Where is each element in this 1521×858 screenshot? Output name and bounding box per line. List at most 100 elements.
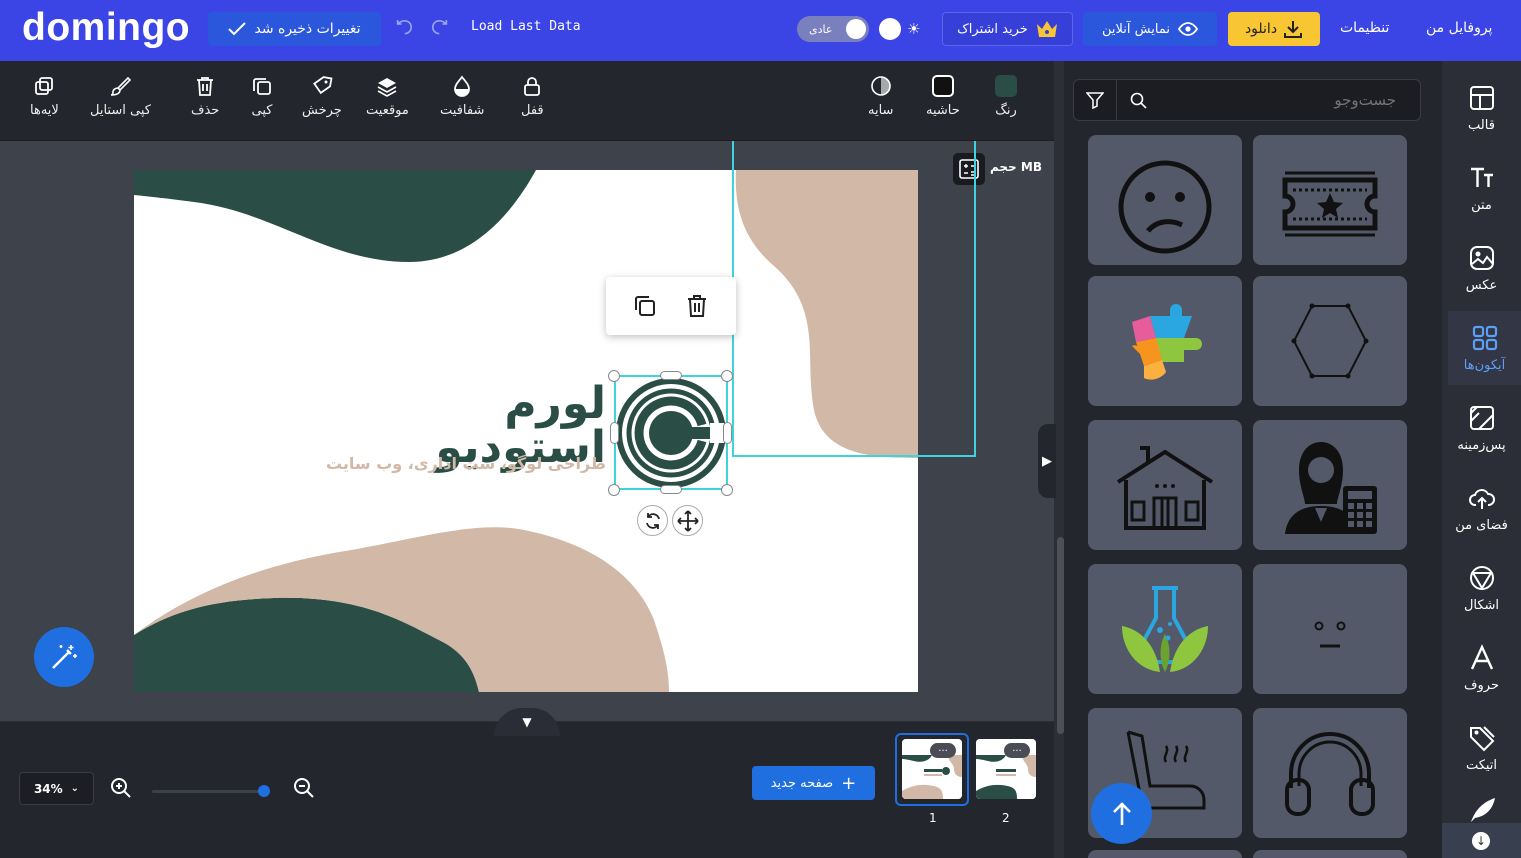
sidebar-item-templates[interactable]: قالب bbox=[1442, 71, 1521, 145]
sidebar-item-label: حروف bbox=[1464, 677, 1499, 693]
undo-icon[interactable] bbox=[392, 16, 416, 40]
zoom-slider[interactable] bbox=[152, 790, 264, 793]
layers-tool[interactable]: لایه‌ها bbox=[30, 75, 59, 118]
settings-link[interactable]: تنظیمات bbox=[1340, 20, 1389, 36]
sidebar-item-shapes[interactable]: اشکال bbox=[1442, 551, 1521, 625]
neutral-face-icon bbox=[1314, 621, 1346, 648]
resize-handle-bottom[interactable] bbox=[660, 485, 682, 494]
sidebar-item-label: پس‌زمینه bbox=[1457, 437, 1506, 453]
icon-card-puzzle[interactable] bbox=[1088, 276, 1242, 406]
redo-icon[interactable] bbox=[428, 16, 452, 40]
copy-style-tool[interactable]: کپی استایل bbox=[90, 75, 151, 118]
arrow-down-icon: ↓ bbox=[1472, 832, 1490, 850]
download-button[interactable]: دانلود bbox=[1228, 12, 1320, 46]
tag-icon bbox=[1469, 725, 1495, 751]
page-menu-icon[interactable]: ... bbox=[930, 743, 956, 758]
template-icon bbox=[1469, 85, 1494, 110]
tool-label: سایه bbox=[868, 103, 894, 118]
trash-icon[interactable] bbox=[684, 293, 710, 319]
copy-tool[interactable]: کپی bbox=[251, 75, 273, 118]
resize-handle-left[interactable] bbox=[610, 422, 619, 444]
icon-card-ticket[interactable] bbox=[1253, 135, 1407, 265]
magic-wand-button[interactable] bbox=[34, 627, 94, 687]
opacity-tool[interactable]: شفافیت bbox=[440, 75, 484, 118]
zoom-in-icon[interactable] bbox=[109, 776, 133, 800]
collapse-panel-button[interactable]: ▶ bbox=[1038, 424, 1056, 498]
position-tool[interactable]: موقعیت bbox=[366, 75, 409, 118]
shadow-tool[interactable]: سایه bbox=[868, 75, 893, 118]
color-tool[interactable]: رنگ bbox=[995, 75, 1017, 118]
top-bar: domingo تغییرات ذخیره شد Load Last Data … bbox=[0, 0, 1521, 61]
subscribe-label: خرید اشتراک bbox=[957, 21, 1028, 37]
rotate-handle[interactable] bbox=[637, 505, 668, 536]
sidebar-item-label: عکس bbox=[1465, 277, 1498, 293]
theme-toggle[interactable]: ☀ bbox=[879, 17, 929, 41]
plus-icon: + bbox=[841, 772, 857, 794]
zoom-select[interactable]: 34% ⌄ bbox=[19, 772, 94, 805]
subscribe-button[interactable]: خرید اشتراک bbox=[942, 12, 1073, 46]
delete-tool[interactable]: حذف bbox=[191, 75, 219, 118]
page-thumbnail-1[interactable]: ... bbox=[902, 739, 962, 799]
eye-icon bbox=[1177, 22, 1198, 36]
icon-card-sad-face[interactable] bbox=[1088, 135, 1242, 265]
icon-card-partial[interactable] bbox=[1088, 850, 1242, 858]
search-icon[interactable] bbox=[1130, 92, 1147, 109]
page-thumbnail-2[interactable]: ... bbox=[976, 739, 1036, 799]
icon-card-neutral-face[interactable] bbox=[1253, 564, 1407, 694]
grid-icon bbox=[1472, 325, 1497, 350]
icon-card-hexagon[interactable] bbox=[1253, 276, 1407, 406]
lock-tool[interactable]: قفل bbox=[521, 75, 544, 118]
icon-card-headphones[interactable] bbox=[1253, 708, 1407, 838]
resize-handle-right[interactable] bbox=[723, 422, 732, 444]
mode-label: عادی bbox=[809, 22, 833, 36]
resize-handle-tl[interactable] bbox=[608, 370, 620, 382]
filter-icon[interactable] bbox=[1086, 91, 1104, 109]
sidebar-item-fonts[interactable]: حروف bbox=[1442, 631, 1521, 705]
zoom-out-icon[interactable] bbox=[292, 776, 316, 800]
arrow-up-icon bbox=[1112, 801, 1131, 825]
tool-label: حذف bbox=[191, 103, 220, 118]
sidebar-more[interactable]: ↓ bbox=[1442, 823, 1521, 858]
sidebar-item-labels[interactable]: اتیکت bbox=[1442, 711, 1521, 785]
sun-icon: ☀ bbox=[907, 20, 921, 38]
icon-card-lab-flask[interactable] bbox=[1088, 564, 1242, 694]
zoom-slider-knob[interactable] bbox=[258, 785, 270, 797]
app-logo[interactable]: domingo bbox=[22, 6, 190, 50]
sidebar-item-label: قالب bbox=[1468, 117, 1495, 133]
sidebar-item-text[interactable]: متن bbox=[1442, 151, 1521, 225]
tool-label: کپی استایل bbox=[90, 103, 151, 118]
canvas-scrollbar[interactable] bbox=[1057, 537, 1064, 734]
selection-box bbox=[614, 375, 728, 490]
profile-link[interactable]: پروفایل من bbox=[1426, 20, 1492, 36]
move-handle[interactable] bbox=[672, 505, 703, 536]
border-tool[interactable]: حاشیه bbox=[926, 75, 960, 118]
page-menu-icon[interactable]: ... bbox=[1004, 743, 1030, 758]
sidebar-item-my-space[interactable]: فضای من bbox=[1442, 471, 1521, 545]
save-status-label: تغییرات ذخیره شد bbox=[254, 21, 361, 37]
load-last-data-button[interactable]: Load Last Data bbox=[471, 19, 581, 34]
icon-card-accountant[interactable] bbox=[1253, 420, 1407, 550]
icon-card-partial[interactable] bbox=[1253, 850, 1407, 858]
sidebar-item-icons[interactable]: آیکون‌ها bbox=[1448, 311, 1521, 385]
lock-icon bbox=[524, 77, 541, 96]
sidebar-item-photos[interactable]: عکس bbox=[1442, 231, 1521, 305]
resize-handle-top[interactable] bbox=[660, 371, 682, 380]
logo-subtitle-text[interactable]: طراحی لوگو، ست اداری، وب سایت bbox=[314, 454, 606, 473]
rotate-tool[interactable]: چرخش bbox=[302, 75, 342, 118]
sidebar-item-label: اتیکت bbox=[1465, 757, 1498, 773]
mode-toggle[interactable]: عادی bbox=[797, 16, 869, 42]
online-preview-button[interactable]: نمایش آنلاین bbox=[1083, 12, 1217, 46]
feather-icon[interactable] bbox=[1467, 796, 1497, 822]
scroll-to-top-button[interactable] bbox=[1091, 783, 1152, 844]
resize-handle-tr[interactable] bbox=[721, 370, 733, 382]
resize-handle-br[interactable] bbox=[721, 484, 733, 496]
tool-label: چرخش bbox=[302, 103, 342, 118]
sidebar-item-background[interactable]: پس‌زمینه bbox=[1442, 391, 1521, 465]
resize-handle-bl[interactable] bbox=[608, 484, 620, 496]
new-page-button[interactable]: صفحه جدید + bbox=[752, 766, 875, 800]
droplet-icon bbox=[454, 75, 471, 97]
search-input[interactable] bbox=[1160, 89, 1396, 111]
duplicate-icon[interactable] bbox=[632, 293, 658, 319]
icon-card-house[interactable] bbox=[1088, 420, 1242, 550]
save-status-button[interactable]: تغییرات ذخیره شد bbox=[208, 12, 381, 46]
